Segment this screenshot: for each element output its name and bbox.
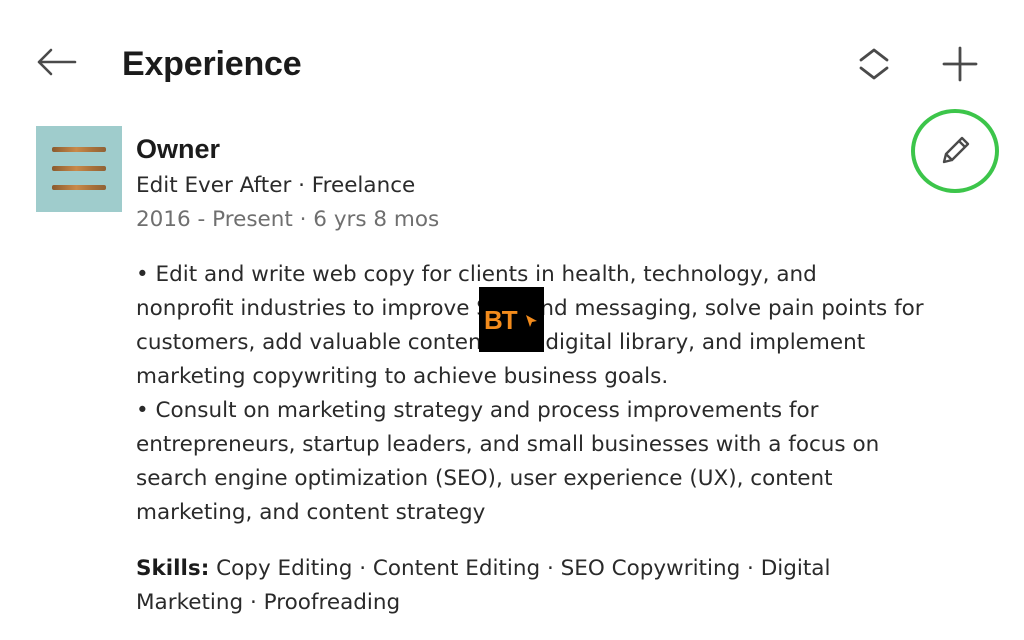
skills-line: Marketing · Proofreading xyxy=(136,590,401,615)
role-title: Owner xyxy=(136,134,221,164)
company-logo[interactable] xyxy=(36,126,122,212)
cursor-icon xyxy=(526,315,537,327)
edit-experience-button[interactable] xyxy=(911,109,999,193)
experience-description: • Edit and write web copy for clients in… xyxy=(136,258,1006,530)
reorder-chevrons-icon xyxy=(859,48,889,80)
description-line: marketing, and content strategy xyxy=(136,500,486,525)
arrow-left-icon xyxy=(37,48,77,76)
skills-section: Skills: Copy Editing · Content Editing ·… xyxy=(136,552,1006,620)
description-line: entrepreneurs, startup leaders, and smal… xyxy=(136,432,880,457)
description-line: • Consult on marketing strategy and proc… xyxy=(136,398,819,423)
watermark-logo: BT xyxy=(479,287,544,352)
back-button[interactable] xyxy=(30,38,82,86)
description-line: customers, add valuable content to a dig… xyxy=(136,330,866,355)
top-bar: Experience xyxy=(0,0,1024,120)
description-line: search engine optimization (SEO), user e… xyxy=(136,466,833,491)
description-line: nonprofit industries to improve SEO and … xyxy=(136,296,924,321)
description-paragraph: • Consult on marketing strategy and proc… xyxy=(136,394,1006,530)
plus-icon xyxy=(942,46,978,82)
description-line: • Edit and write web copy for clients in… xyxy=(136,262,817,287)
logo-line xyxy=(52,185,106,190)
watermark-text: BT xyxy=(484,305,518,335)
reorder-button[interactable] xyxy=(848,38,900,90)
page-title: Experience xyxy=(122,45,302,83)
logo-line xyxy=(52,166,106,171)
dates-line: 2016 - Present · 6 yrs 8 mos xyxy=(136,207,440,232)
description-line: marketing copywriting to achieve busines… xyxy=(136,364,669,389)
experience-screen: Experience Owner Edit Ever After · Freel… xyxy=(0,0,1024,640)
pencil-icon xyxy=(942,136,970,164)
company-line: Edit Ever After · Freelance xyxy=(136,173,416,198)
skills-label: Skills: xyxy=(136,556,210,581)
description-paragraph: • Edit and write web copy for clients in… xyxy=(136,258,1006,394)
skills-list: Copy Editing · Content Editing · SEO Cop… xyxy=(209,556,831,581)
add-experience-button[interactable] xyxy=(934,38,986,90)
skills-line: Skills: Copy Editing · Content Editing ·… xyxy=(136,552,1006,586)
logo-line xyxy=(52,147,106,152)
